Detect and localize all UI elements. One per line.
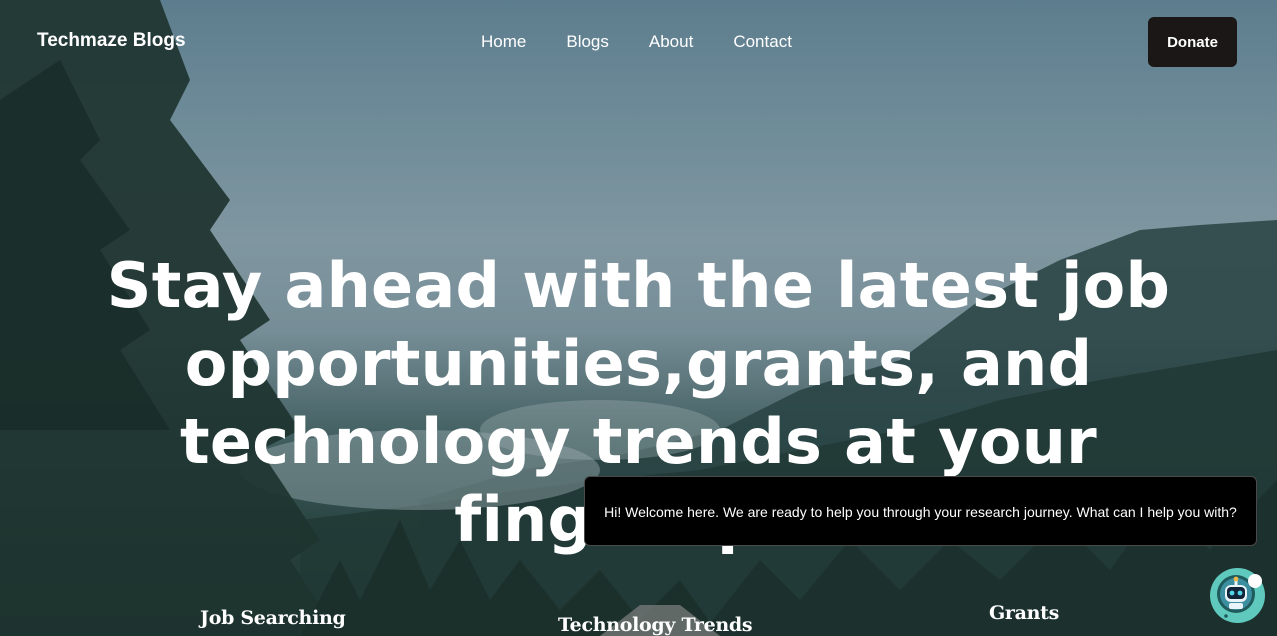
category-technology-trends[interactable]: Technology Trends <box>558 614 753 636</box>
navbar: Techmaze Blogs Home Blogs About Contact … <box>0 0 1277 84</box>
robot-icon <box>1210 568 1265 623</box>
main-menu: Home Blogs About Contact <box>481 32 832 52</box>
category-job-searching[interactable]: Job Searching <box>200 607 346 629</box>
chat-welcome-message: Hi! Welcome here. We are ready to help y… <box>584 476 1257 546</box>
category-grants[interactable]: Grants <box>989 602 1059 624</box>
donate-button[interactable]: Donate <box>1148 17 1237 67</box>
site-logo[interactable]: Techmaze Blogs <box>37 30 186 52</box>
chat-launcher-button[interactable] <box>1210 568 1265 623</box>
nav-link-home[interactable]: Home <box>481 32 526 52</box>
nav-link-contact[interactable]: Contact <box>733 32 792 52</box>
hero-section: Techmaze Blogs Home Blogs About Contact … <box>0 0 1277 636</box>
nav-link-about[interactable]: About <box>649 32 693 52</box>
nav-link-blogs[interactable]: Blogs <box>566 32 609 52</box>
